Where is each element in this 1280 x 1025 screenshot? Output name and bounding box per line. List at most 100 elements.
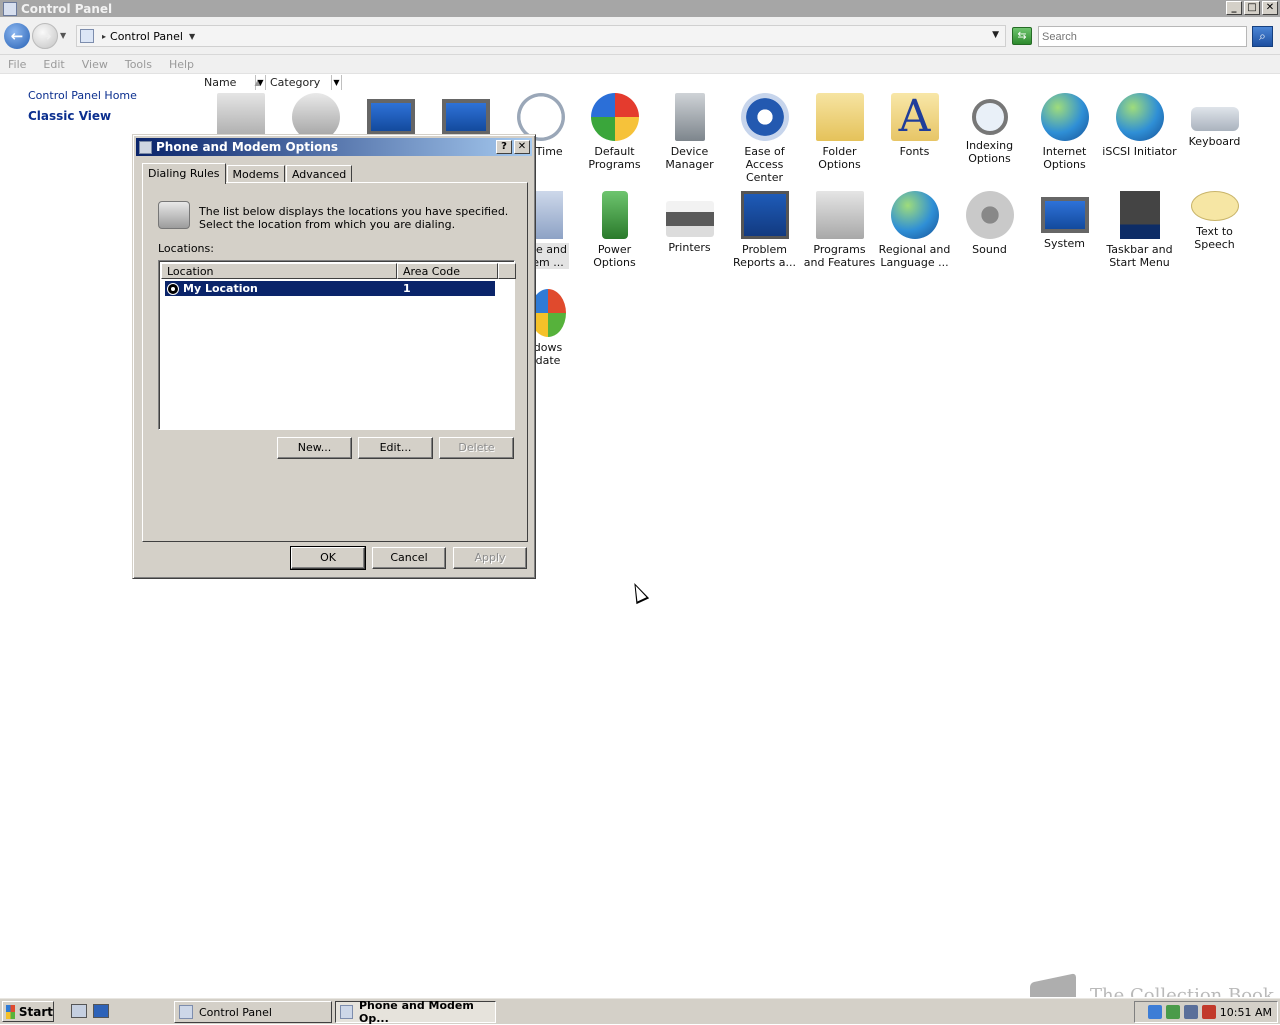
- item-folder-options[interactable]: Folder Options: [802, 93, 877, 171]
- control-panel-home-link[interactable]: Control Panel Home: [28, 89, 137, 102]
- locations-list[interactable]: Location Area Code My Location 1: [158, 260, 516, 430]
- search-input[interactable]: [1038, 26, 1247, 47]
- menu-view[interactable]: View: [82, 58, 108, 71]
- color-icon: [441, 99, 490, 135]
- item-keyboard[interactable]: Keyboard: [1177, 93, 1252, 148]
- clock[interactable]: 10:51 AM: [1220, 1006, 1272, 1019]
- phone-modem-icon: [139, 140, 152, 154]
- start-label: Start: [18, 1004, 53, 1019]
- breadcrumb-separator-icon[interactable]: ▸: [102, 32, 106, 41]
- column-header-category[interactable]: Category: [266, 75, 332, 90]
- volume-muted-icon[interactable]: [1201, 1005, 1216, 1019]
- item-problem-reports[interactable]: Problem Reports a...: [727, 191, 802, 269]
- security-icon[interactable]: [1165, 1005, 1180, 1019]
- item-color[interactable]: [428, 93, 503, 139]
- left-pane: Control Panel Home Classic View: [28, 89, 137, 130]
- programs-features-icon: [815, 191, 864, 239]
- item-device-manager[interactable]: Device Manager: [652, 93, 727, 171]
- new-button[interactable]: New...: [277, 437, 352, 459]
- item-regional-language[interactable]: Regional and Language ...: [877, 191, 952, 269]
- column-area-code[interactable]: Area Code: [397, 263, 498, 279]
- column-name-label: Name: [204, 76, 237, 89]
- minimize-button[interactable]: _: [1226, 1, 1242, 15]
- backup-icon: [366, 99, 415, 135]
- item-fonts[interactable]: A Fonts: [877, 93, 952, 158]
- item-text-to-speech[interactable]: Text to Speech: [1177, 191, 1252, 251]
- history-dropdown-icon[interactable]: ▼: [60, 31, 66, 40]
- item-iscsi-initiator[interactable]: iSCSI Initiator: [1102, 93, 1177, 158]
- menu-edit[interactable]: Edit: [43, 58, 64, 71]
- breadcrumb-dropdown-icon[interactable]: ▼: [189, 32, 195, 41]
- phone-icon: [158, 201, 190, 229]
- iscsi-initiator-icon: [1115, 93, 1164, 141]
- power-options-icon: [601, 191, 628, 239]
- phone-modem-icon: [340, 1005, 353, 1019]
- windows-logo-icon: [6, 1004, 15, 1019]
- back-arrow-icon: ←: [10, 27, 24, 45]
- address-bar[interactable]: ▸ Control Panel ▼ ▼: [76, 25, 1006, 47]
- close-button[interactable]: ✕: [1262, 1, 1278, 15]
- classic-view-link[interactable]: Classic View: [28, 109, 137, 123]
- device-manager-icon: [674, 93, 705, 141]
- server-manager-icon[interactable]: [93, 1004, 109, 1018]
- item-internet-options[interactable]: Internet Options: [1027, 93, 1102, 171]
- control-panel-icon: [80, 29, 94, 43]
- control-panel-icon: [179, 1005, 193, 1019]
- delete-button[interactable]: Delete: [439, 437, 514, 459]
- item-default-programs[interactable]: Default Programs: [577, 93, 652, 171]
- item-ease-of-access[interactable]: Ease of Access Center: [727, 93, 802, 184]
- taskbar-phone-modem-label: Phone and Modem Op...: [359, 999, 474, 1025]
- window-title: Control Panel: [21, 1, 113, 16]
- problem-reports-icon: [740, 191, 789, 239]
- item-taskbar-start-menu[interactable]: Taskbar and Start Menu: [1102, 191, 1177, 269]
- tab-modems[interactable]: Modems: [226, 165, 285, 183]
- phone-modem-icon: [533, 191, 563, 239]
- ok-button[interactable]: OK: [290, 546, 366, 570]
- taskbar-control-panel-label: Control Panel: [199, 1005, 272, 1019]
- item-indexing-options[interactable]: Indexing Options: [952, 93, 1027, 165]
- column-location[interactable]: Location: [161, 263, 397, 279]
- show-desktop-icon[interactable]: [71, 1004, 87, 1018]
- menu-file[interactable]: File: [8, 58, 26, 71]
- item-printers[interactable]: Printers: [652, 191, 727, 254]
- tab-advanced[interactable]: Advanced: [285, 165, 353, 183]
- cancel-button[interactable]: Cancel: [372, 547, 446, 569]
- search-button[interactable]: ⌕: [1252, 26, 1273, 47]
- item-system[interactable]: System: [1027, 191, 1102, 250]
- locations-list-header: Location Area Code: [161, 263, 516, 279]
- tab-dialing-rules[interactable]: Dialing Rules: [142, 163, 226, 184]
- breadcrumb-control-panel[interactable]: Control Panel: [110, 30, 183, 43]
- refresh-icon: ⇆: [1017, 29, 1027, 42]
- item-backup[interactable]: [353, 93, 428, 139]
- network-icon[interactable]: [1147, 1005, 1162, 1019]
- column-header-name[interactable]: Name ▲: [200, 75, 261, 90]
- location-row-my-location[interactable]: My Location 1: [164, 280, 496, 297]
- item-programs-features[interactable]: Programs and Features: [802, 191, 877, 269]
- apply-button[interactable]: Apply: [453, 547, 527, 569]
- dialog-close-button[interactable]: ✕: [514, 140, 530, 154]
- taskbar-control-panel[interactable]: Control Panel: [174, 1001, 332, 1023]
- connection-icon[interactable]: [1183, 1005, 1198, 1019]
- keyboard-icon: [1190, 107, 1239, 131]
- restore-button[interactable]: □: [1244, 1, 1260, 15]
- edit-button[interactable]: Edit...: [358, 437, 433, 459]
- back-button[interactable]: ←: [4, 23, 30, 49]
- item-sound[interactable]: Sound: [952, 191, 1027, 256]
- column-name-dropdown-icon[interactable]: ▼: [256, 75, 266, 90]
- menu-help[interactable]: Help: [169, 58, 194, 71]
- fonts-icon: A: [890, 93, 939, 141]
- column-category-dropdown-icon[interactable]: ▼: [332, 75, 342, 90]
- item-power-options[interactable]: Power Options: [577, 191, 652, 269]
- help-button[interactable]: ?: [496, 140, 512, 154]
- taskbar-start-menu-icon: [1119, 191, 1160, 239]
- refresh-button[interactable]: ⇆: [1012, 27, 1032, 45]
- text-to-speech-icon: [1190, 191, 1239, 221]
- search-icon: ⌕: [1259, 29, 1266, 43]
- taskbar-phone-modem[interactable]: Phone and Modem Op...: [335, 999, 496, 1025]
- system-icon: [1040, 197, 1089, 233]
- start-button[interactable]: Start: [2, 1001, 54, 1022]
- menu-tools[interactable]: Tools: [125, 58, 152, 71]
- address-dropdown-icon[interactable]: ▼: [992, 30, 999, 40]
- dialing-rules-panel: The list below displays the locations yo…: [142, 182, 528, 542]
- forward-button[interactable]: →: [32, 23, 58, 49]
